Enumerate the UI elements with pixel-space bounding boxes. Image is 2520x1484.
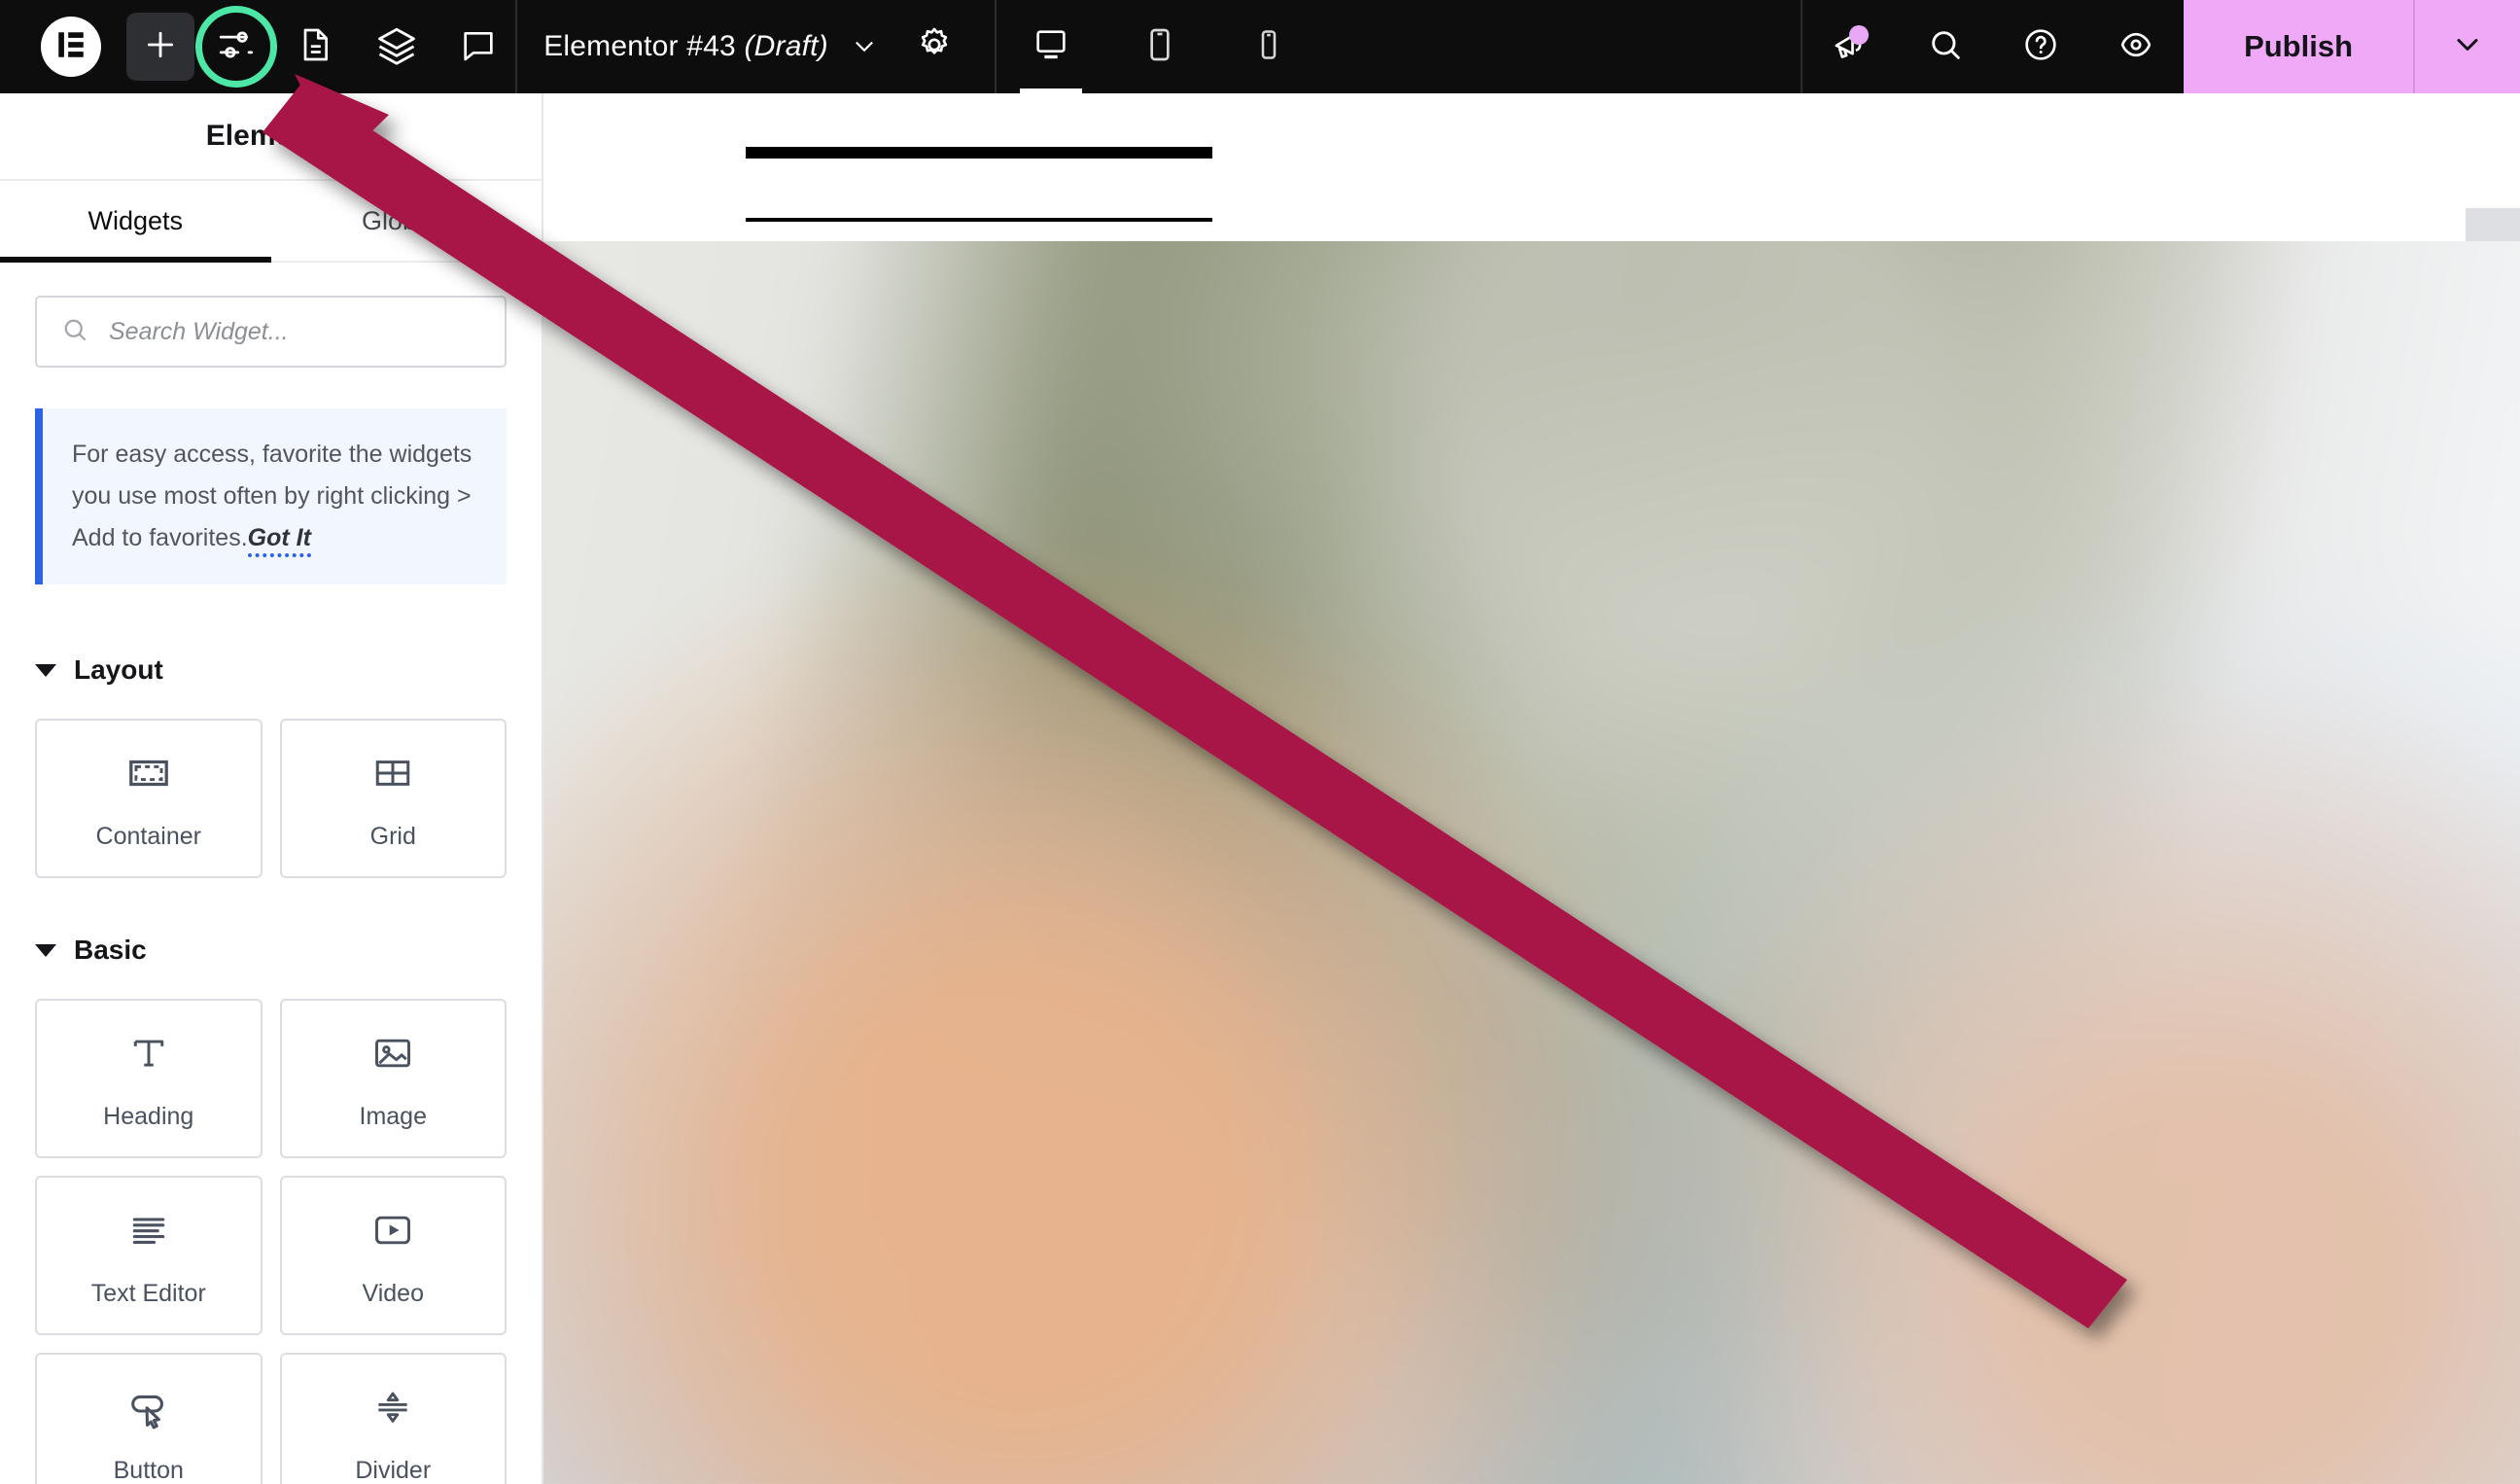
widget-divider-label: Divider	[355, 1456, 432, 1484]
tab-globals-label: Globals	[361, 205, 451, 235]
section-layout-title: Layout	[74, 654, 163, 685]
document-icon	[296, 25, 334, 69]
got-it-link[interactable]: Got It	[247, 524, 311, 557]
blurred-photo-image	[543, 241, 2520, 1484]
add-element-button[interactable]	[126, 13, 194, 81]
widget-container[interactable]: Container	[35, 719, 262, 878]
caret-down-icon	[35, 663, 56, 677]
comments-button[interactable]	[441, 10, 515, 84]
finder-button[interactable]	[1898, 0, 1993, 93]
search-input-placeholder: Search Widget...	[109, 317, 289, 345]
publish-options-button[interactable]	[2415, 0, 2520, 93]
widget-container-label: Container	[95, 822, 201, 850]
toolbar-center-group: Elementor #43 (Draft)	[517, 0, 995, 93]
publish-group: Publish	[2184, 0, 2520, 93]
canvas-top-section	[543, 93, 2520, 241]
desktop-icon	[1032, 25, 1070, 69]
section-basic-title: Basic	[74, 935, 147, 965]
subheading-placeholder-bar[interactable]	[746, 218, 1212, 222]
search-icon	[1926, 25, 1965, 69]
eye-icon	[2117, 25, 2155, 69]
image-icon	[371, 1027, 414, 1079]
widget-image-label: Image	[359, 1102, 427, 1130]
document-title[interactable]: Elementor #43 (Draft)	[543, 30, 828, 63]
publish-button[interactable]: Publish	[2184, 0, 2414, 93]
widget-heading[interactable]: Heading	[35, 999, 262, 1158]
gear-icon	[915, 25, 954, 69]
document-status: (Draft)	[744, 30, 828, 62]
section-basic-widgets: Heading Image Text Editor Video Button D…	[35, 999, 507, 1484]
search-widget-field[interactable]: Search Widget...	[35, 296, 507, 368]
section-basic: Basic Heading Image Text Editor Video Bu…	[35, 935, 507, 1484]
comment-icon	[459, 25, 498, 69]
elementor-logo-icon	[54, 28, 88, 66]
widget-grid[interactable]: Grid	[279, 719, 507, 878]
top-toolbar: Elementor #43 (Draft) Publish	[0, 0, 2520, 93]
document-settings-button[interactable]	[900, 13, 968, 81]
text-editor-icon	[127, 1204, 170, 1256]
page-title: Elements	[205, 120, 336, 152]
panel-tabs: Widgets Globals	[0, 181, 542, 263]
notification-badge	[1849, 25, 1870, 45]
whats-new-button[interactable]	[1802, 0, 1898, 93]
layers-icon	[376, 24, 417, 70]
tablet-icon	[1140, 25, 1179, 69]
mobile-icon	[1251, 27, 1286, 67]
device-desktop-button[interactable]	[997, 0, 1105, 93]
device-mode-switcher	[997, 0, 1323, 93]
widget-video[interactable]: Video	[279, 1176, 507, 1335]
toolbar-right-group: Publish	[1802, 0, 2520, 93]
site-settings-toggle-button[interactable]	[195, 6, 277, 88]
toolbar-left-group	[0, 0, 515, 93]
editor-canvas[interactable]	[543, 93, 2520, 1484]
page-settings-button[interactable]	[278, 10, 352, 84]
divider-icon	[371, 1381, 414, 1433]
document-title-text: Elementor #43	[543, 30, 736, 62]
widget-text-editor[interactable]: Text Editor	[35, 1176, 262, 1335]
device-mobile-button[interactable]	[1214, 0, 1323, 93]
heading-placeholder-bar[interactable]	[746, 147, 1212, 159]
widget-button[interactable]: Button	[35, 1353, 262, 1484]
widget-divider[interactable]: Divider	[279, 1353, 507, 1484]
sliders-icon	[216, 24, 257, 70]
favorites-notice: For easy access, favorite the widgets yo…	[35, 408, 507, 584]
widget-text-editor-label: Text Editor	[90, 1279, 206, 1307]
blurred-photo-content[interactable]	[543, 241, 2520, 1484]
tab-widgets-label: Widgets	[88, 205, 184, 235]
widget-grid-label: Grid	[369, 822, 416, 850]
help-button[interactable]	[1993, 0, 2088, 93]
heading-icon	[127, 1027, 170, 1079]
widget-video-label: Video	[362, 1279, 425, 1307]
device-tablet-button[interactable]	[1105, 0, 1214, 93]
caret-down-icon	[35, 943, 56, 957]
panel-header: Elements	[0, 93, 542, 181]
favorites-notice-text: For easy access, favorite the widgets yo…	[72, 434, 477, 559]
navigator-button[interactable]	[360, 10, 434, 84]
tab-widgets[interactable]: Widgets	[0, 181, 271, 263]
section-basic-header[interactable]: Basic	[35, 935, 507, 966]
panel-body: Search Widget... For easy access, favori…	[0, 263, 542, 1484]
help-icon	[2021, 25, 2060, 69]
section-layout-widgets: Container Grid	[35, 719, 507, 878]
elementor-editor: Elementor #43 (Draft) Publish Elements W…	[0, 0, 2520, 1484]
container-icon	[126, 747, 171, 799]
plus-icon	[141, 25, 180, 69]
elementor-logo-button[interactable]	[41, 17, 101, 77]
preview-changes-button[interactable]	[2088, 0, 2184, 93]
chevron-down-icon	[2450, 27, 2485, 67]
widget-heading-label: Heading	[103, 1102, 194, 1130]
section-layout-header[interactable]: Layout	[35, 654, 507, 686]
video-icon	[371, 1204, 414, 1256]
search-icon	[60, 315, 89, 349]
button-icon	[126, 1381, 171, 1433]
elements-panel: Elements Widgets Globals Search Widget..…	[0, 93, 543, 1484]
widget-image[interactable]: Image	[279, 999, 507, 1158]
widget-button-label: Button	[113, 1456, 184, 1484]
tab-globals[interactable]: Globals	[271, 181, 542, 261]
canvas-right-edge-block	[2466, 208, 2520, 241]
document-menu-chevron-down-icon[interactable]	[850, 32, 879, 61]
grid-icon	[372, 747, 413, 799]
section-layout: Layout Container Grid	[35, 654, 507, 878]
